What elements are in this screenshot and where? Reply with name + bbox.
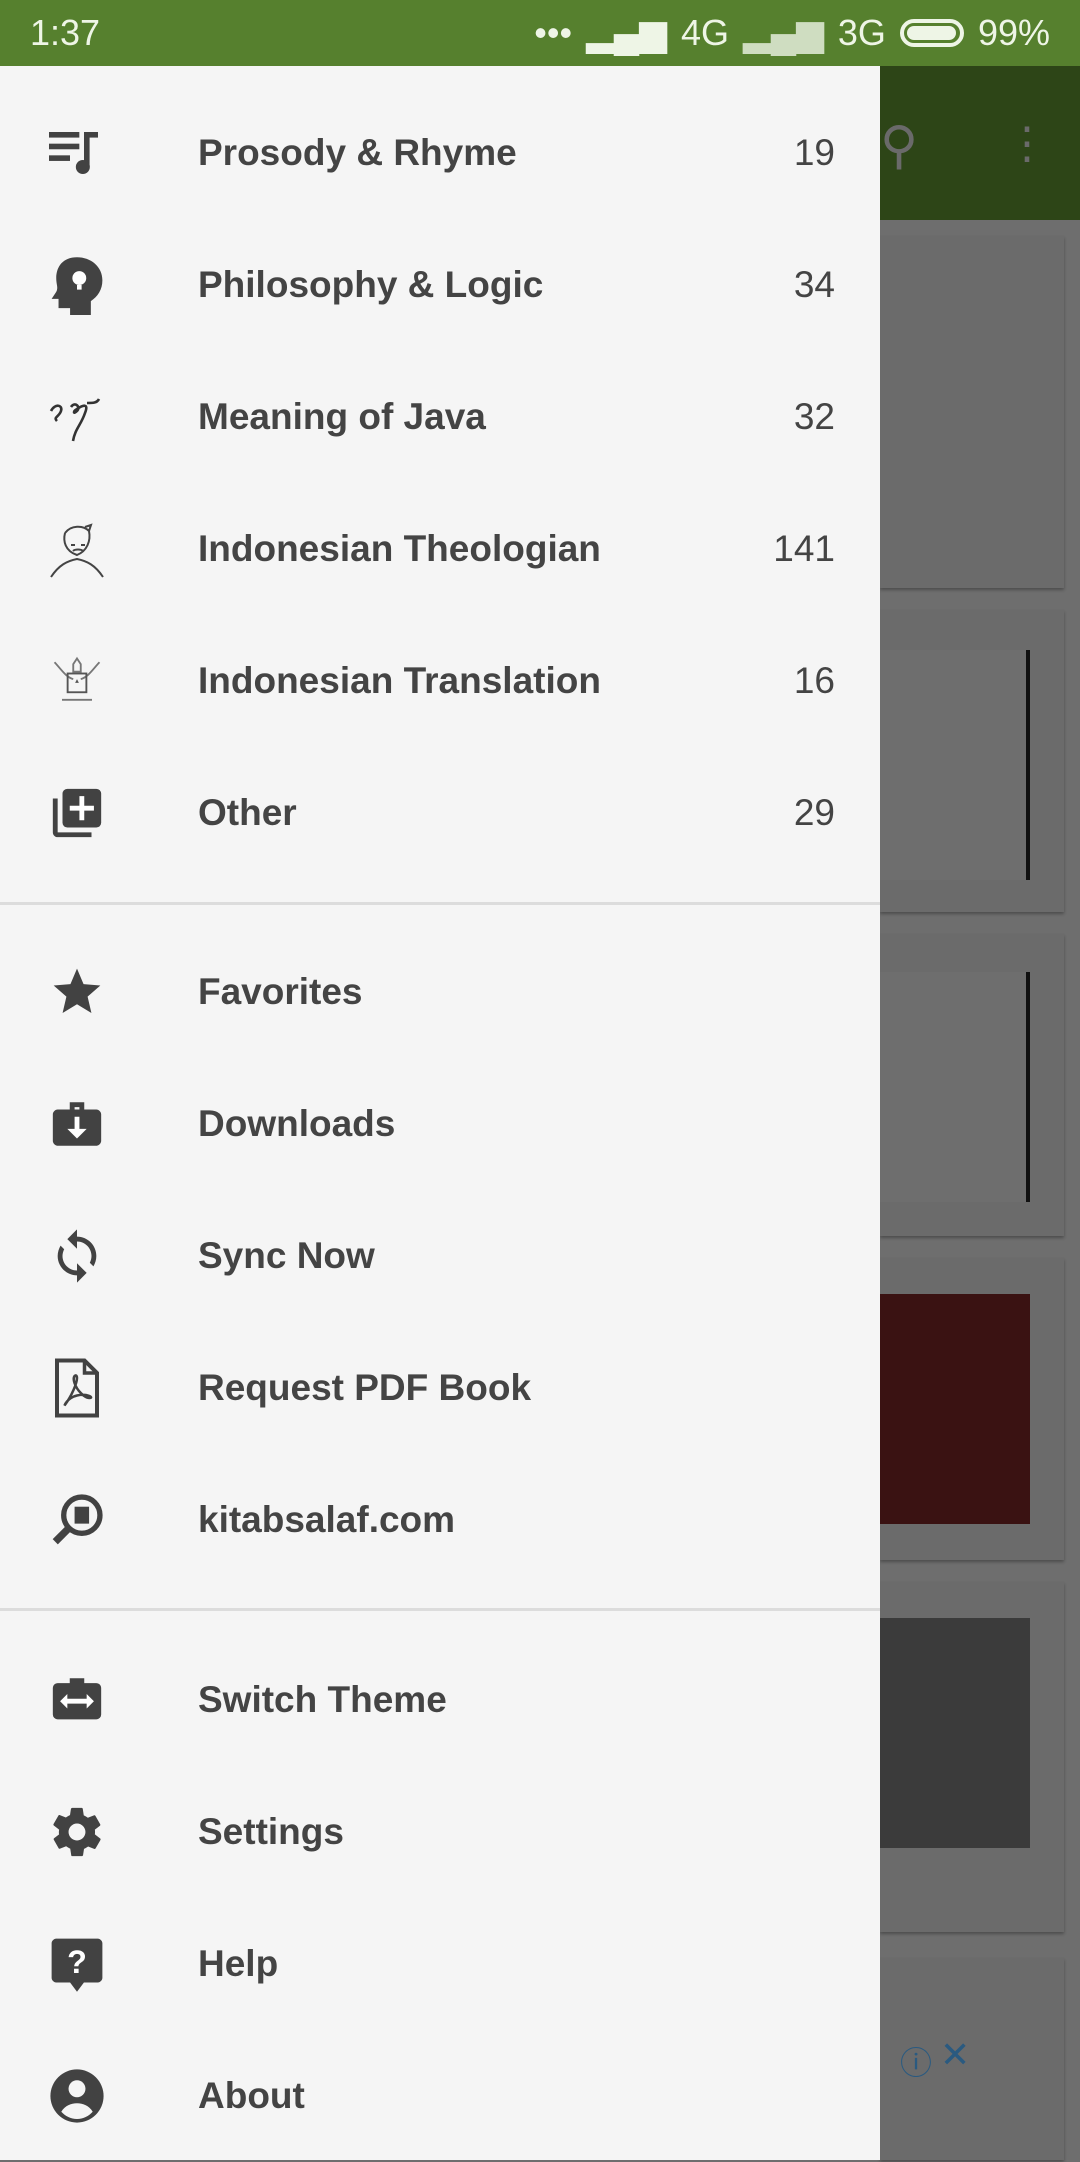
library-add-icon (47, 783, 107, 843)
status-time: 1:37 (30, 12, 101, 53)
network-type-2: 3G (837, 12, 886, 53)
app-bar-dimmed: ⚲ ⋮ (880, 66, 1080, 220)
drawer-item-favorites[interactable]: Favorites (0, 926, 880, 1058)
drawer-item-other[interactable]: Other 29 (0, 747, 880, 879)
drawer-item-switch-theme[interactable]: Switch Theme (0, 1634, 880, 1766)
download-briefcase-icon (47, 1094, 107, 1154)
drawer-item-downloads[interactable]: Downloads (0, 1058, 880, 1190)
drawer-item-indonesian-theologian[interactable]: Indonesian Theologian 141 (0, 483, 880, 615)
drawer-item-count: 19 (793, 132, 835, 173)
book-card[interactable] (880, 610, 1064, 912)
drawer-item-label: Switch Theme (198, 1679, 447, 1720)
search-icon[interactable]: ⚲ (880, 116, 918, 176)
switch-theme-icon (47, 1670, 107, 1730)
drawer-item-label: About (198, 2075, 305, 2116)
signal-icon-2: ▂▄▆ (743, 12, 824, 53)
pdf-file-icon (47, 1358, 107, 1418)
theologian-portrait-icon (47, 519, 107, 579)
drawer-item-label: Favorites (198, 971, 363, 1012)
more-notifications-icon: ••• (534, 12, 573, 53)
music-list-icon (47, 123, 107, 183)
book-card[interactable] (880, 1582, 1064, 1932)
drawer-item-label: kitabsalaf.com (198, 1499, 456, 1540)
drawer-item-settings[interactable]: Settings (0, 1766, 880, 1898)
drawer-item-count: 34 (793, 264, 835, 305)
account-circle-icon (47, 2066, 107, 2126)
battery-percent: 99% (977, 12, 1050, 53)
drawer-item-label: Indonesian Theologian (198, 528, 601, 569)
drawer-item-kitabsalaf-com[interactable]: kitabsalaf.com (0, 1454, 880, 1586)
book-card[interactable] (880, 1258, 1064, 1560)
drawer-item-count: 32 (793, 396, 835, 437)
drawer-item-label: Philosophy & Logic (198, 264, 544, 305)
drawer-item-label: Other (198, 792, 297, 833)
divider (0, 902, 880, 905)
drawer-item-label: Prosody & Rhyme (198, 132, 517, 173)
battery-icon (899, 19, 964, 47)
drawer-item-request-pdf-book[interactable]: Request PDF Book (0, 1322, 880, 1454)
drawer-item-label: Meaning of Java (198, 396, 486, 437)
drawer-item-indonesian-translation[interactable]: Indonesian Translation 16 (0, 615, 880, 747)
ad-close-icon[interactable]: ✕ (940, 2034, 970, 2076)
ad-info-icon[interactable]: ⓘ (900, 2038, 932, 2084)
drawer-item-help[interactable]: ? Help (0, 1898, 880, 2030)
drawer-item-meaning-of-java[interactable]: Meaning of Java 32 (0, 351, 880, 483)
drawer-item-label: Request PDF Book (198, 1367, 532, 1408)
overflow-menu-icon[interactable]: ⋮ (1005, 118, 1049, 169)
drawer-item-count: 141 (773, 528, 835, 569)
drawer-item-label: Downloads (198, 1103, 396, 1144)
drawer-item-about[interactable]: About (0, 2030, 880, 2162)
star-icon (47, 962, 107, 1022)
navigation-drawer: Prosody & Rhyme 19 Philosophy & Logic 34 Mea… (0, 66, 880, 2160)
drawer-item-philosophy-logic[interactable]: Philosophy & Logic 34 (0, 219, 880, 351)
signal-icon: ▂▄▆ (586, 12, 667, 53)
drawer-item-label: Settings (198, 1811, 344, 1852)
garuda-emblem-icon (47, 651, 107, 711)
web-search-book-icon (47, 1490, 107, 1550)
divider (0, 1608, 880, 1611)
book-card[interactable] (880, 934, 1064, 1236)
drawer-item-prosody-rhyme[interactable]: Prosody & Rhyme 19 (0, 87, 880, 219)
book-card[interactable] (880, 236, 1064, 588)
drawer-item-count: 16 (793, 660, 835, 701)
javanese-script-icon (47, 387, 107, 447)
help-icon: ? (47, 1934, 107, 1994)
gear-icon (47, 1802, 107, 1862)
svg-text:?: ? (67, 1944, 87, 1980)
ad-banner[interactable]: ⓘ ✕ (880, 1958, 1064, 2160)
status-bar: 1:37 ••• ▂▄▆ 4G ▂▄▆ 3G 99% (0, 0, 1080, 66)
drawer-item-label: Indonesian Translation (198, 660, 601, 701)
sync-icon (47, 1226, 107, 1286)
drawer-item-label: Help (198, 1943, 279, 1984)
head-lightbulb-icon (47, 255, 107, 315)
drawer-item-label: Sync Now (198, 1235, 375, 1276)
drawer-item-count: 29 (793, 792, 835, 833)
network-type-1: 4G (680, 12, 730, 53)
drawer-item-sync-now[interactable]: Sync Now (0, 1190, 880, 1322)
